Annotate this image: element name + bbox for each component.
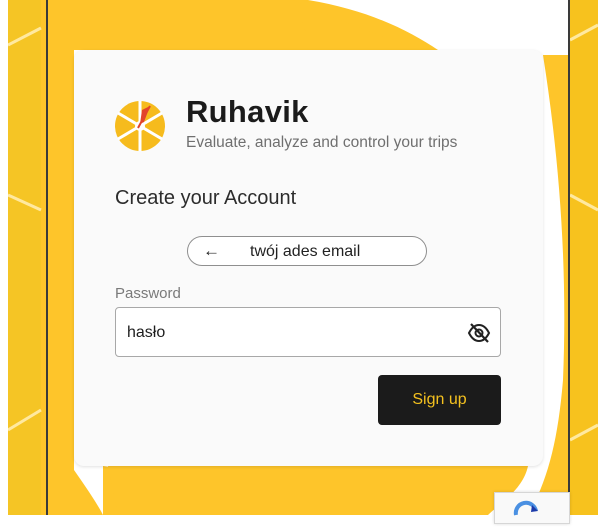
- recaptcha-icon: [513, 500, 538, 516]
- email-chip[interactable]: ← twój ades email: [187, 236, 427, 266]
- password-label: Password: [115, 285, 181, 302]
- recaptcha-badge[interactable]: [494, 492, 570, 524]
- signup-card: Ruhavik Evaluate, analyze and control yo…: [74, 50, 543, 466]
- eye-slash-icon[interactable]: [467, 321, 491, 345]
- sign-up-button[interactable]: Sign up: [378, 375, 501, 425]
- logo-icon: [115, 101, 165, 151]
- password-value: hasło: [127, 324, 166, 341]
- back-arrow-icon[interactable]: ←: [203, 241, 220, 261]
- password-field[interactable]: hasło: [115, 307, 501, 357]
- email-chip-value: twój ades email: [250, 243, 361, 260]
- brand-tagline: Evaluate, analyze and control your trips: [186, 134, 458, 151]
- form-heading: Create your Account: [115, 187, 297, 209]
- brand-name: Ruhavik: [186, 94, 309, 129]
